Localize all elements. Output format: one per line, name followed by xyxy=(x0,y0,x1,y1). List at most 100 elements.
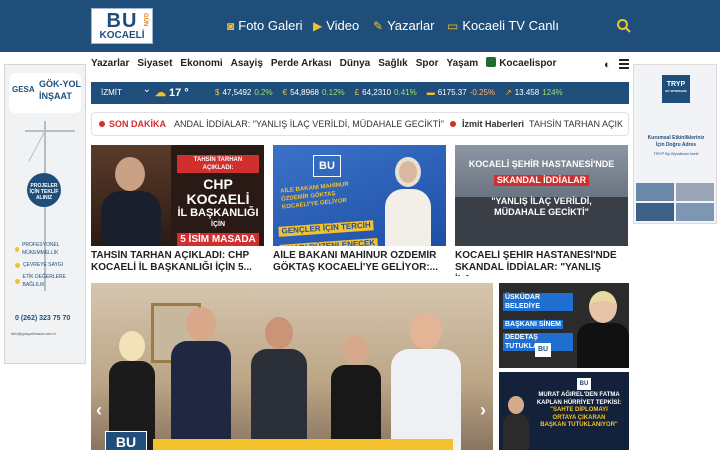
slider-next-icon[interactable]: › xyxy=(480,400,486,421)
eur-rate: €54,8968 0.12% xyxy=(283,82,345,104)
rate-value: 64,2310 xyxy=(362,88,392,97)
chart-up-icon: ↗ xyxy=(505,88,512,97)
news-title[interactable]: AİLE BAKANI MAHİNUR ÖZDEMİR GÖKTAŞ KOCAE… xyxy=(273,250,446,276)
nav-label: Video xyxy=(326,18,360,33)
rate-change: 124% xyxy=(542,88,563,97)
headline-slider[interactable]: BU xyxy=(91,283,493,450)
kocaelispor-badge-icon xyxy=(486,57,497,67)
nav-saglik[interactable]: Sağlık xyxy=(378,55,407,73)
news-image: BU AİLE BAKANI MAHİNUR ÖZDEMİR GÖKTAŞ KO… xyxy=(273,145,446,246)
slider-prev-icon[interactable]: ‹ xyxy=(96,400,102,421)
nav-foto-galeri[interactable]: ◙ Foto Galeri xyxy=(227,16,303,36)
rate-value: 6175.37 xyxy=(437,88,467,97)
camera-icon: ◙ xyxy=(227,19,235,33)
image-caption: FUARI DÜZENLENECEK xyxy=(279,237,379,246)
bu-logo-mark: BU xyxy=(535,343,551,357)
dollar-icon: $ xyxy=(215,88,220,97)
advert-badge: PROJELER İÇİN TEKLİF ALINIZ xyxy=(27,173,61,207)
nav-kocaelispor[interactable]: Kocaelispor xyxy=(486,55,564,73)
image-caption: MURAT AĞIREL'DEN FATMA xyxy=(538,392,620,398)
right-advert[interactable]: TRYP BY WYNDHAM Kurumsal Etkinlikleriniz… xyxy=(633,64,717,224)
news-card[interactable]: TAHSİN TARHAN AÇIKLADI: CHP KOCAELİ İL B… xyxy=(91,145,264,276)
person-figure xyxy=(391,313,461,450)
breaking-item[interactable]: ANDAL İDDİALAR: "YANLIŞ İLAÇ VERİLDİ, MÜ… xyxy=(174,113,444,135)
image-caption: "SAHTE DİPLOMAYI xyxy=(550,407,608,413)
image-caption: 5 İSİM MASADA xyxy=(177,233,259,246)
advert-headline: Kurumsal Etkinlikleriniz xyxy=(647,135,705,141)
gbp-rate: £64,2310 0.41% xyxy=(355,82,417,104)
news-title[interactable]: KOCAELİ ŞEHİR HASTANESİ'NDE SKANDAL İDDİ… xyxy=(455,250,628,276)
news-image: TAHSİN TARHAN AÇIKLADI: CHP KOCAELİ İL B… xyxy=(91,145,264,246)
gold-bars-icon: ▬ xyxy=(426,88,435,97)
rate-change: 0.12% xyxy=(321,88,345,97)
image-caption: ORTAYA ÇIKARAN xyxy=(552,414,606,421)
image-caption: MÜDAHALE GECİKTİ" xyxy=(494,207,589,217)
breaking-category[interactable]: İzmit Haberleri xyxy=(462,113,524,135)
brand-name: İNŞAAT xyxy=(39,91,72,101)
market-ticker: İZMİT ☁ 17° $47,54920.2% €54,89680.12% £… xyxy=(91,79,629,104)
left-advert[interactable]: GESA GÖK-YOL İNŞAAT PROJELER İÇİN TEKLİF… xyxy=(4,64,86,364)
person-figure xyxy=(171,307,231,450)
nav-yazarlar[interactable]: ✎ Yazarlar xyxy=(373,16,435,36)
site-logo[interactable]: BU KOCAELİ GÜN xyxy=(91,8,153,44)
kocaelispor-label: Kocaelispor xyxy=(499,58,557,69)
person-photo xyxy=(577,291,629,368)
dark-mode-icon[interactable]: ◐ xyxy=(604,59,611,71)
nav-video[interactable]: ▶ Video xyxy=(313,16,359,36)
rate-value: 13.458 xyxy=(514,88,540,97)
advert-web: info@gokyolinsaat.com.tr xyxy=(11,331,56,336)
slider-caption-strip xyxy=(153,439,453,450)
news-card[interactable]: KOCAELİ ŞEHİR HASTANESİ'NDE SKANDAL İDDİ… xyxy=(455,145,628,276)
advert-headline: İçin Doğru Adres xyxy=(655,142,697,148)
nav-ekonomi[interactable]: Ekonomi xyxy=(180,55,222,73)
image-caption: BAŞKANI SİNEM xyxy=(503,320,564,329)
nav-label: Yazarlar xyxy=(387,18,435,33)
pound-icon: £ xyxy=(354,88,360,97)
nav-siyaset[interactable]: Siyaset xyxy=(137,55,172,73)
nav-perde-arkasi[interactable]: Perde Arkası xyxy=(271,55,332,73)
temperature: 17 xyxy=(169,87,182,99)
nav-asayis[interactable]: Asayiş xyxy=(231,55,263,73)
live-dot-icon xyxy=(99,121,105,127)
nav-yasam[interactable]: Yaşam xyxy=(446,55,478,73)
video-icon: ▶ xyxy=(313,19,323,33)
rate-change: 0.2% xyxy=(254,88,273,97)
category-nav: Yazarlar Siyaset Ekonomi Asayiş Perde Ar… xyxy=(91,55,631,73)
image-caption: "YANLIŞ İLAÇ VERİLDİ, xyxy=(491,196,592,206)
image-caption: KOCAELİ ŞEHİR HASTANESİ'NDE xyxy=(468,159,615,169)
index-rate: ↗ 13.458 124% xyxy=(505,82,563,104)
news-card[interactable]: BU AİLE BAKANI MAHİNUR ÖZDEMİR GÖKTAŞ KO… xyxy=(273,145,446,276)
image-caption: KAPLAN HÜRRİYET TEPKİSİ: xyxy=(536,399,622,406)
side-news-card[interactable]: ÜSKÜDAR BELEDİYE BAŞKANI SİNEM DEDETAŞ T… xyxy=(499,283,629,368)
rate-value: 54,8968 xyxy=(290,88,319,97)
breaking-label-text: SON DAKİKA xyxy=(109,119,167,129)
pen-icon: ✎ xyxy=(373,19,384,33)
side-news-card[interactable]: BU MURAT AĞIREL'DEN FATMA KAPLAN HÜRRİYE… xyxy=(499,372,629,450)
news-title[interactable]: TAHSİN TARHAN AÇIKLADI: CHP KOCAELİ İL B… xyxy=(91,250,264,276)
image-caption: BAŞKAN TUTUKLANIYOR" xyxy=(540,422,618,428)
city-select[interactable]: İZMİT xyxy=(91,79,155,104)
nav-kocaeli-tv[interactable]: ▭ Kocaeli TV Canlı xyxy=(447,16,559,36)
rate-change: 0.41% xyxy=(394,88,417,97)
advert-photos xyxy=(636,183,714,221)
cloud-sun-icon: ☁ xyxy=(155,87,166,99)
usd-rate: $47,5492 0.2% xyxy=(215,82,273,104)
breaking-item[interactable]: TAHSİN TARHAN AÇIK xyxy=(529,113,623,135)
image-caption: SKANDAL İDDİALAR xyxy=(493,175,590,186)
advert-bullet: PROFESYONEL MÜKEMMELLİK xyxy=(22,242,60,256)
nav-yazarlar-link[interactable]: Yazarlar xyxy=(91,55,129,73)
brand-short: GESA xyxy=(12,85,35,94)
nav-spor[interactable]: Spor xyxy=(416,55,439,73)
hamburger-menu-icon[interactable] xyxy=(619,59,629,69)
person-photo xyxy=(383,151,433,246)
breaking-news-bar: SON DAKİKA ANDAL İDDİALAR: "YANLIŞ İLAÇ … xyxy=(91,112,629,136)
nav-label: Foto Galeri xyxy=(238,18,303,33)
separator-dot-icon xyxy=(449,121,456,127)
advert-bullet: ETİK DEĞERLERE BAĞLILIK xyxy=(22,274,66,288)
search-icon[interactable] xyxy=(616,18,632,34)
advert-bullet: ÇEVREYE SAYGI xyxy=(23,262,64,268)
image-caption: CHP KOCAELİ xyxy=(186,176,250,207)
nav-dunya[interactable]: Dünya xyxy=(340,55,371,73)
person-photo xyxy=(503,396,529,450)
weather: ☁ 17 ° xyxy=(155,82,215,104)
